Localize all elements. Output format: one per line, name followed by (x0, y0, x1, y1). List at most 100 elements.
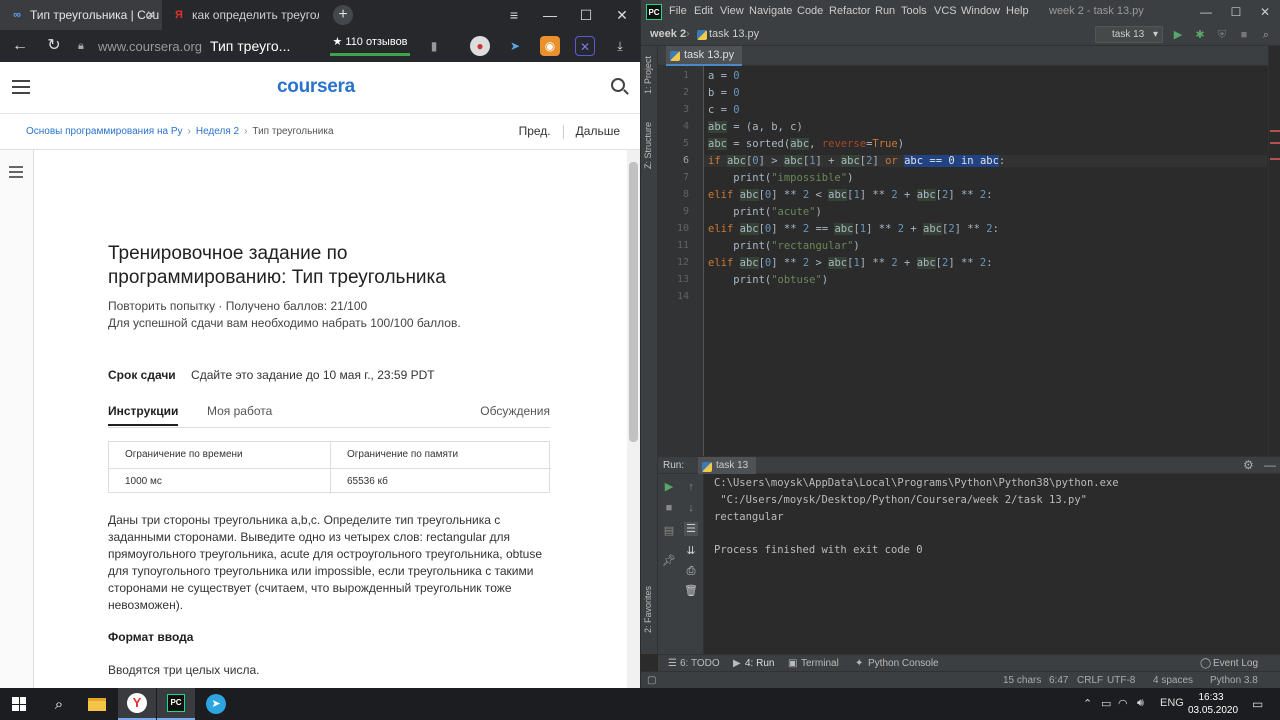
coverage-icon[interactable]: ⛨ (1215, 28, 1229, 42)
terminal-tool-button[interactable]: Terminal (801, 658, 839, 669)
nav-project[interactable]: week 2 (650, 28, 686, 40)
status-interpreter[interactable]: Python 3.8 (1210, 675, 1258, 686)
browser-tab-coursera[interactable]: ∞ Тип треугольника | Cou ✕ (0, 0, 162, 30)
gear-icon[interactable]: ⚙ (1243, 458, 1254, 472)
stop-icon[interactable]: ■ (662, 501, 676, 515)
up-arrow-icon[interactable]: ↑ (684, 480, 698, 494)
run-configuration-select[interactable]: task 13 ▾ (1095, 26, 1163, 43)
print-icon[interactable]: ⎙ (684, 564, 698, 578)
wifi-icon[interactable]: ◠ (1118, 697, 1128, 710)
run-console[interactable]: C:\Users\moysk\AppData\Local\Programs\Py… (705, 474, 1280, 654)
list-icon[interactable] (9, 166, 23, 178)
next-button[interactable]: Дальше (576, 124, 620, 138)
bookmark-icon[interactable]: ▮ (424, 36, 444, 56)
layout-icon[interactable]: ▤ (662, 524, 676, 538)
tray-expand-icon[interactable]: ⌃ (1083, 697, 1092, 710)
notifications-icon[interactable]: ▭ (1252, 697, 1263, 711)
project-tool-button[interactable]: 1: Project (643, 56, 655, 94)
breadcrumb-course[interactable]: Основы программирования на Ру (26, 126, 183, 137)
file-explorer-icon[interactable] (78, 688, 116, 720)
tab-discussions[interactable]: Обсуждения (480, 404, 550, 418)
extension-box-icon[interactable]: ✕ (575, 36, 595, 56)
network-icon[interactable]: ▭ (1101, 697, 1111, 710)
menu-window[interactable]: Window (961, 5, 1000, 17)
trash-icon[interactable]: 🗑︎ (684, 584, 698, 598)
reload-icon[interactable]: ↻ (40, 30, 68, 62)
language-indicator[interactable]: ENG (1160, 697, 1184, 709)
menu-navigate[interactable]: Navigate (749, 5, 792, 17)
menu-help[interactable]: Help (1006, 5, 1029, 17)
run-tool-button[interactable]: 4: Run (745, 658, 774, 669)
stop-icon[interactable]: ■ (1237, 28, 1251, 42)
coursera-logo[interactable]: coursera (277, 76, 355, 98)
volume-icon[interactable]: 🔊︎ (1137, 697, 1144, 710)
run-tab-task13[interactable]: task 13 (698, 457, 757, 474)
menu-tools[interactable]: Tools (901, 5, 927, 17)
scrollbar-thumb[interactable] (629, 162, 638, 442)
search-everywhere-icon[interactable]: ⌕ (1259, 28, 1273, 42)
close-window-icon[interactable]: ✕ (604, 0, 640, 30)
run-icon[interactable]: ▶ (1171, 28, 1185, 42)
python-console-tool-button[interactable]: Python Console (868, 658, 939, 669)
status-toggle-icon[interactable]: ▢ (647, 675, 656, 686)
editor-tab-task13[interactable]: task 13.py (666, 46, 743, 66)
soft-wrap-icon[interactable]: ☰ (684, 522, 698, 536)
structure-tool-button[interactable]: Z: Structure (643, 122, 655, 169)
reviews-badge[interactable]: ★ 110 отзывов (330, 36, 410, 56)
maximize-icon[interactable]: ☐ (1221, 0, 1251, 24)
status-caret-position[interactable]: 6:47 (1049, 675, 1068, 686)
pycharm-taskbar-icon[interactable]: PC (157, 688, 195, 720)
error-marker[interactable] (1270, 142, 1280, 144)
hide-icon[interactable]: — (1264, 458, 1276, 472)
back-arrow-icon[interactable]: ← (6, 30, 34, 62)
pin-icon[interactable]: 📌︎ (662, 554, 676, 568)
start-button[interactable] (0, 688, 38, 720)
debug-icon[interactable]: ✱ (1193, 28, 1207, 42)
tab-my-work[interactable]: Моя работа (207, 404, 272, 418)
close-window-icon[interactable]: ✕ (1250, 0, 1280, 24)
telegram-taskbar-icon[interactable]: ➤ (197, 688, 235, 720)
error-marker[interactable] (1270, 158, 1280, 160)
menu-run[interactable]: Run (875, 5, 895, 17)
favorites-tool-button[interactable]: 2: Favorites (643, 586, 655, 633)
new-tab-button[interactable]: + (333, 5, 353, 25)
clock-date: 03.05.2020 (1188, 705, 1239, 716)
event-log-button[interactable]: Event Log (1213, 658, 1258, 669)
code-editor[interactable]: a = 0 b = 0 c = 0 abc = (a, b, c) abc = … (704, 66, 1268, 456)
scroll-to-end-icon[interactable]: ⇊ (684, 544, 698, 558)
error-marker[interactable] (1270, 130, 1280, 132)
maximize-icon[interactable]: ☐ (568, 0, 604, 30)
tabs-menu-icon[interactable]: ≡ (496, 0, 532, 30)
yandex-browser-taskbar-icon[interactable]: Y (118, 688, 156, 720)
extension-avatar-icon[interactable]: ● (470, 36, 490, 56)
telegram-extension-icon[interactable]: ➤ (505, 36, 525, 56)
page-scrollbar[interactable] (627, 150, 640, 688)
search-icon[interactable]: ⌕ (40, 688, 78, 720)
status-indent[interactable]: 4 spaces (1153, 675, 1193, 686)
tab-instructions[interactable]: Инструкции (108, 404, 179, 426)
hamburger-menu-icon[interactable] (12, 80, 30, 94)
clock[interactable]: 16:33 03.05.2020 (1188, 691, 1239, 717)
status-encoding[interactable]: UTF-8 (1107, 675, 1135, 686)
menu-refactor[interactable]: Refactor (829, 5, 871, 17)
menu-file[interactable]: File (669, 5, 687, 17)
download-icon[interactable]: ⤓ (610, 36, 630, 56)
close-icon[interactable]: ✕ (146, 8, 156, 22)
nav-file[interactable]: task 13.py (709, 28, 759, 40)
menu-view[interactable]: View (720, 5, 744, 17)
menu-vcs[interactable]: VCS (934, 5, 957, 17)
down-arrow-icon[interactable]: ↓ (684, 501, 698, 515)
minimize-icon[interactable]: — (1191, 0, 1221, 24)
rerun-icon[interactable]: ▶ (662, 480, 676, 494)
whatsapp-extension-icon[interactable]: ◉ (540, 36, 560, 56)
menu-code[interactable]: Code (797, 5, 823, 17)
prev-button[interactable]: Пред. (519, 124, 551, 138)
status-line-separator[interactable]: CRLF (1077, 675, 1103, 686)
breadcrumb-week[interactable]: Неделя 2 (196, 126, 239, 137)
menu-edit[interactable]: Edit (694, 5, 713, 17)
minimize-icon[interactable]: — (532, 0, 568, 30)
todo-tool-button[interactable]: 6: TODO (680, 658, 720, 669)
url-field[interactable]: 🔒︎ www.coursera.org Тип треуго... (78, 35, 326, 57)
search-icon[interactable] (611, 78, 625, 92)
browser-tab-yandex[interactable]: Я как определить треугольн (164, 0, 319, 30)
